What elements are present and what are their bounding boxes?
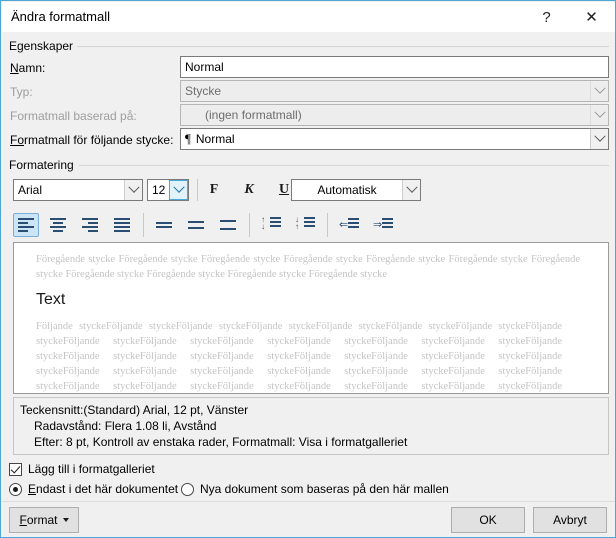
decrease-indent-button[interactable]: ⇐: [335, 213, 363, 237]
chevron-down-icon[interactable]: [590, 105, 608, 125]
name-label-rest: amn:: [18, 61, 46, 75]
increase-indent-icon: ⇒: [373, 218, 393, 232]
line-spacing-single-icon: [156, 222, 172, 228]
italic-button[interactable]: K: [238, 179, 260, 201]
scope-new-documents-radio-row[interactable]: Nya dokument som baseras på den här mall…: [181, 482, 449, 496]
description-line-2: Radavstånd: Flera 1.08 li, Avstånd: [34, 419, 217, 433]
decrease-paragraph-spacing-icon: ↓ ↑: [295, 216, 315, 232]
preview-after-text: Följande styckeFöljande styckeFöljande s…: [36, 321, 562, 392]
toolbar-separator: [143, 213, 144, 237]
chevron-down-icon[interactable]: [590, 129, 608, 149]
bold-button[interactable]: F: [203, 179, 225, 201]
pilcrow-icon: ¶: [185, 131, 191, 146]
style-preview-pane: Föregående stycke Föregående stycke Före…: [13, 242, 609, 394]
increase-paragraph-spacing-icon: ↑ ↓: [261, 216, 281, 232]
align-left-button[interactable]: [13, 213, 39, 237]
increase-paragraph-spacing-button[interactable]: ↑ ↓: [257, 212, 285, 236]
line-spacing-1-5-button[interactable]: [183, 213, 209, 237]
formatting-group-label: Formatering: [9, 158, 79, 172]
footer-separator: [2, 501, 615, 502]
decrease-paragraph-spacing-button[interactable]: ↓ ↑: [291, 212, 319, 236]
add-to-gallery-label[interactable]: Lägg till i formatgalleriet: [28, 462, 155, 476]
help-icon[interactable]: ?: [524, 2, 569, 32]
format-button-label: Format: [19, 513, 58, 527]
next-style-combobox-text: Normal: [195, 132, 235, 146]
decrease-indent-icon: ⇐: [339, 218, 359, 232]
based-on-combobox-value: (ingen formatmall): [205, 108, 302, 122]
align-left-icon: [18, 218, 34, 232]
font-family-combobox[interactable]: Arial: [13, 179, 143, 201]
radio-icon[interactable]: [181, 482, 194, 496]
toolbar-separator: [249, 213, 250, 237]
scope-this-document-radio-row[interactable]: Endast i det här dokumentet: [9, 482, 178, 496]
align-right-button[interactable]: [77, 213, 103, 237]
properties-group-label: Egenskaper: [9, 39, 79, 53]
align-right-icon: [82, 218, 98, 232]
style-description-box: Teckensnitt:(Standard) Arial, 12 pt, Vän…: [13, 397, 609, 455]
next-style-combobox[interactable]: ¶ Normal: [180, 128, 609, 150]
align-center-icon: [50, 218, 66, 232]
scope-new-documents-label[interactable]: Nya dokument som baseras på den här mall…: [200, 482, 449, 496]
type-combobox-value: Stycke: [185, 84, 222, 98]
description-line-1: Teckensnitt:(Standard) Arial, 12 pt, Vän…: [20, 403, 249, 417]
scope-this-document-label[interactable]: Endast i det här dokumentet: [28, 482, 178, 496]
caret-down-icon: [62, 518, 69, 522]
type-label: Typ:: [10, 85, 33, 99]
add-to-gallery-checkbox-row[interactable]: Lägg till i formatgalleriet: [9, 462, 155, 476]
font-size-value: 12: [152, 183, 166, 197]
font-color-combobox[interactable]: Automatisk: [291, 179, 421, 201]
line-spacing-double-icon: [220, 220, 236, 230]
change-style-dialog: Ändra formatmall ? ✕ Egenskaper Namn: Ty…: [0, 0, 616, 538]
next-style-label: Formatmall för följande stycke:: [10, 133, 174, 147]
align-justify-icon: [114, 218, 130, 232]
radio-icon[interactable]: [9, 482, 22, 496]
chevron-down-icon[interactable]: [590, 81, 608, 101]
name-input[interactable]: [180, 56, 609, 78]
align-justify-button[interactable]: [109, 213, 135, 237]
name-label: Namn:: [10, 61, 46, 75]
based-on-label: Formatmall baserad på:: [10, 109, 137, 123]
close-icon[interactable]: ✕: [569, 2, 614, 32]
font-family-value: Arial: [18, 183, 43, 197]
format-button[interactable]: Format: [9, 507, 79, 533]
chevron-down-icon[interactable]: [402, 180, 420, 200]
chevron-down-icon[interactable]: [124, 180, 142, 200]
align-center-button[interactable]: [45, 213, 71, 237]
checkbox-icon[interactable]: [9, 462, 22, 476]
line-spacing-1-5-icon: [188, 221, 204, 229]
toolbar-separator: [327, 213, 328, 237]
dialog-title: Ändra formatmall: [11, 9, 110, 24]
next-style-label-rest: rmatmall för följande stycke:: [24, 133, 174, 147]
line-spacing-double-button[interactable]: [215, 213, 241, 237]
scope-this-document-label-rest: ndast i det här dokumentet: [36, 482, 179, 496]
font-color-value: Automatisk: [317, 183, 377, 197]
chevron-down-icon[interactable]: [169, 180, 188, 200]
title-bar: Ändra formatmall ? ✕: [2, 2, 615, 32]
properties-group-rule: [77, 46, 609, 47]
ok-button[interactable]: OK: [451, 507, 525, 533]
description-line-3: Efter: 8 pt, Kontroll av enstaka rader, …: [34, 435, 408, 449]
cancel-button[interactable]: Avbryt: [533, 507, 607, 533]
font-size-combobox[interactable]: 12: [147, 179, 189, 201]
preview-sample-text: Text: [36, 291, 66, 308]
next-style-combobox-value: ¶ Normal: [181, 129, 590, 149]
formatting-group-rule: [79, 165, 609, 166]
increase-indent-button[interactable]: ⇒: [369, 213, 397, 237]
toolbar-separator: [197, 179, 198, 201]
line-spacing-single-button[interactable]: [151, 213, 177, 237]
preview-before-text: Föregående stycke Föregående stycke Före…: [36, 254, 580, 280]
type-combobox[interactable]: Stycke: [180, 80, 609, 102]
based-on-combobox[interactable]: (ingen formatmall): [180, 104, 609, 126]
